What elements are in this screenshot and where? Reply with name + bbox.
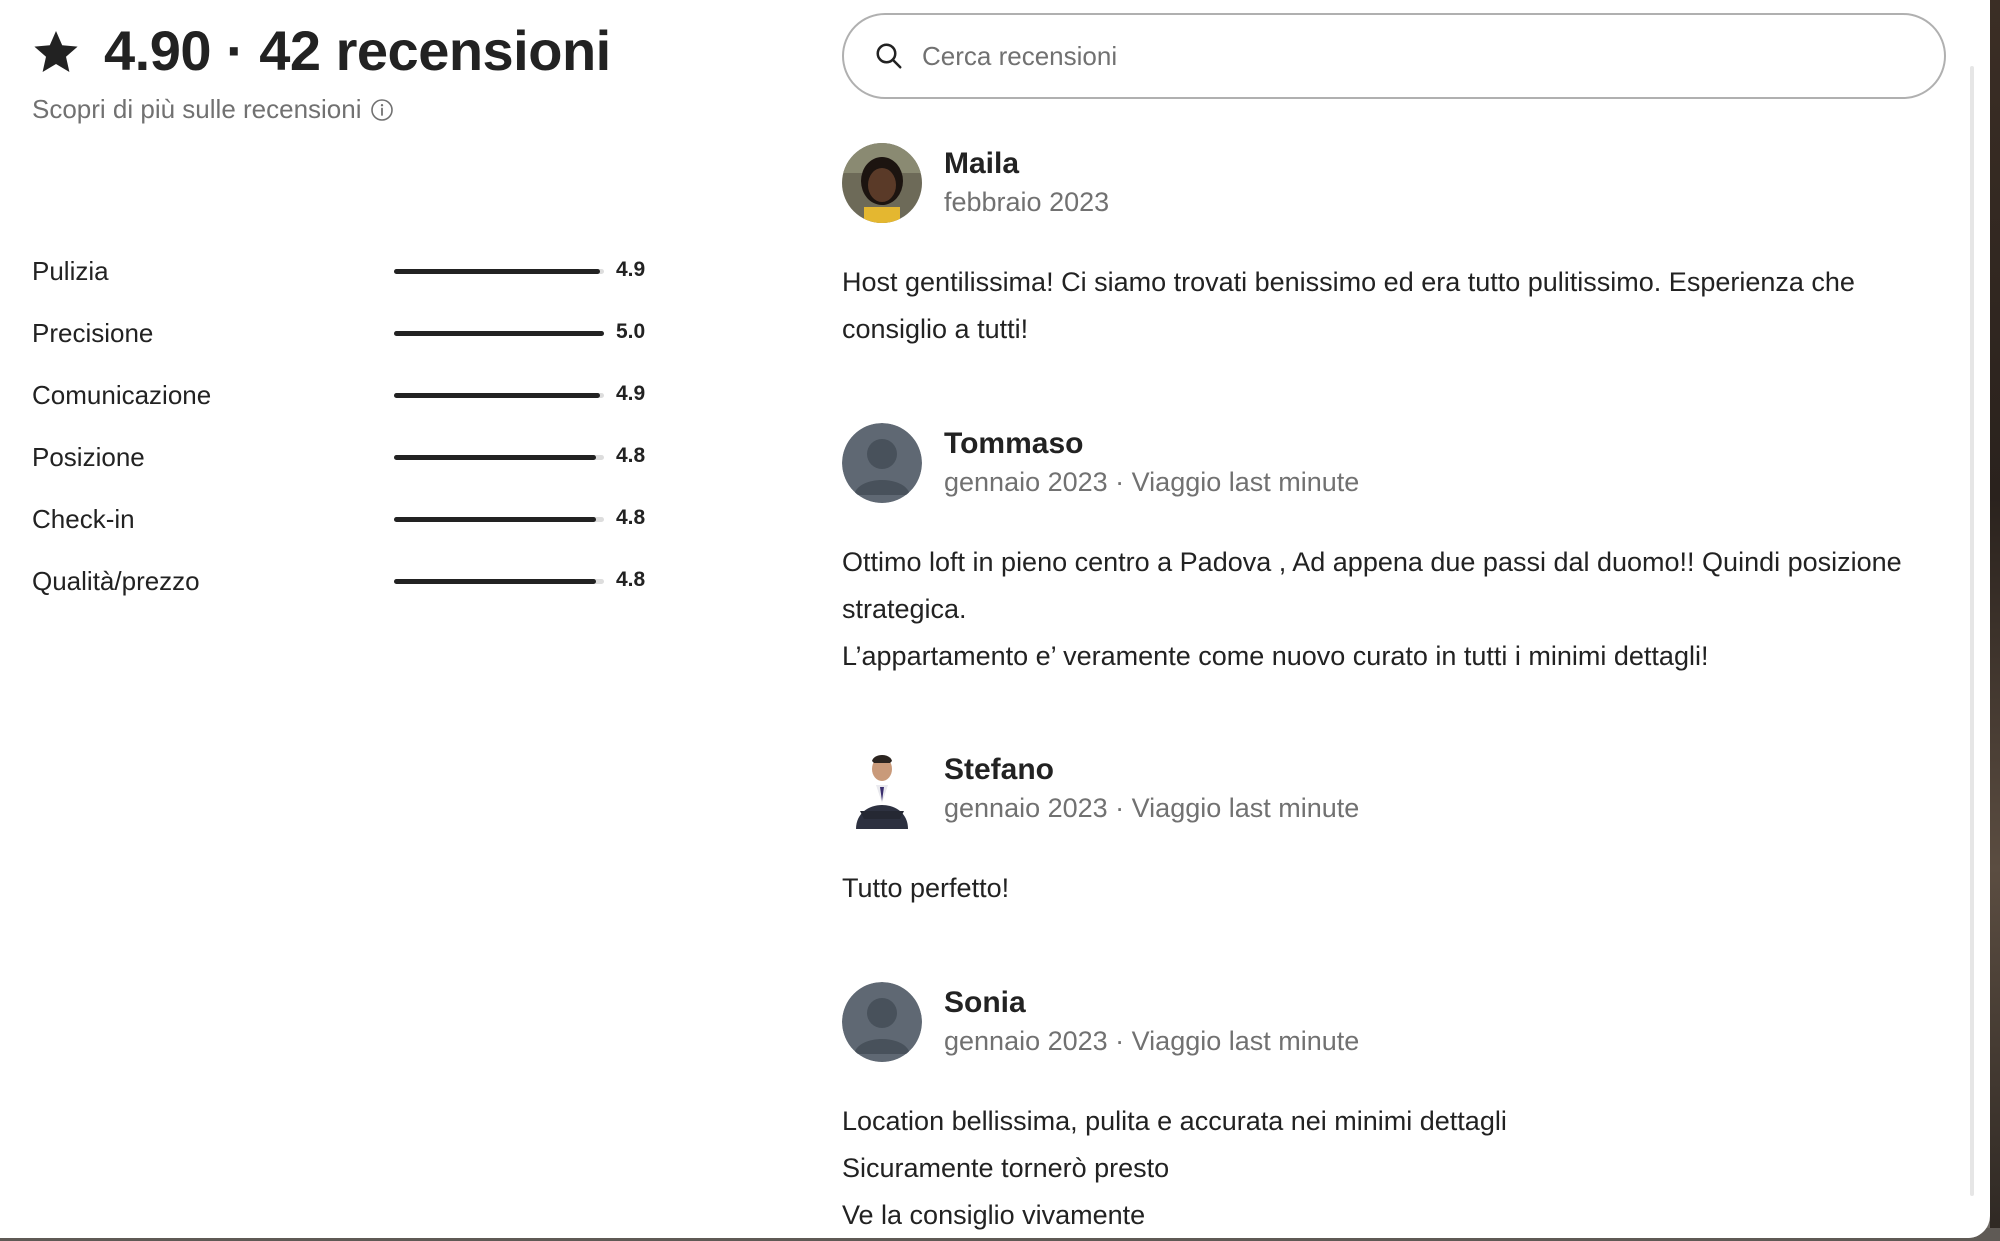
reviewer-name[interactable]: Tommaso [944,425,1359,463]
overall-rating-title: 4.90 · 42 recensioni [104,19,611,82]
rating-value: 4.8 [616,506,646,529]
rating-row: Comunicazione 4.9 [32,364,672,426]
reviewer-info: Sonia gennaio 2023 · Viaggio last minute [944,984,1359,1060]
review-date: gennaio 2023 · Viaggio last minute [944,793,1360,823]
review-date: gennaio 2023 · Viaggio last minute [944,467,1360,497]
rating-headline: 4.90 · 42 recensioni [32,18,652,84]
reviewer-name[interactable]: Stefano [944,751,1359,789]
avatar[interactable] [842,982,922,1062]
review-line: Host gentilissima! Ci siamo trovati beni… [842,267,1855,344]
rating-label: Check-in [32,503,135,534]
review-header: Sonia gennaio 2023 · Viaggio last minute [842,982,1952,1062]
search-input[interactable] [922,40,1882,72]
reviewer-name[interactable]: Sonia [944,984,1359,1022]
scrollbar-thumb[interactable] [1970,66,1974,1196]
review-text: Ottimo loft in pieno centro a Padova , A… [842,539,1952,680]
rating-bar-fill [394,455,596,460]
review-line: Tutto perfetto! [842,873,1010,903]
rating-bar-fill [394,269,600,274]
learn-more-link[interactable]: Scopri di più sulle recensioni [32,94,652,125]
review-line: Location bellissima, pulita e accurata n… [842,1106,1507,1136]
review-header: Tommaso gennaio 2023 · Viaggio last minu… [842,423,1952,503]
avatar[interactable] [842,423,922,503]
review-header: Stefano gennaio 2023 · Viaggio last minu… [842,749,1952,829]
review-item: Sonia gennaio 2023 · Viaggio last minute… [842,982,1952,1238]
rating-bar-fill [394,579,596,584]
rating-label: Comunicazione [32,379,212,410]
search-icon [876,43,902,69]
rating-value: 4.9 [616,258,646,281]
review-item: Stefano gennaio 2023 · Viaggio last minu… [842,749,1952,912]
rating-row: Precisione 5.0 [32,302,672,364]
default-user-icon [842,423,922,503]
avatar-photo [842,143,922,223]
learn-more-label: Scopri di più sulle recensioni [32,94,362,124]
rating-row: Qualità/prezzo 4.8 [32,550,672,612]
reviewer-info: Stefano gennaio 2023 · Viaggio last minu… [944,751,1359,827]
review-line: L’appartamento e’ veramente come nuovo c… [842,641,1709,671]
rating-row: Pulizia 4.9 [32,240,672,302]
review-line: Sicuramente tornerò presto [842,1153,1170,1183]
rating-bar [394,517,604,522]
search-reviews-bar[interactable] [842,13,1946,99]
rating-value: 5.0 [616,320,646,343]
review-text: Location bellissima, pulita e accurata n… [842,1098,1952,1238]
avatar[interactable] [842,749,922,829]
rating-value: 4.9 [616,382,646,405]
rating-label: Qualità/prezzo [32,565,200,596]
review-text: Tutto perfetto! [842,865,1952,912]
default-user-icon [842,982,922,1062]
rating-label: Pulizia [32,255,109,286]
reviewer-info: Tommaso gennaio 2023 · Viaggio last minu… [944,425,1359,501]
review-line: Ottimo loft in pieno centro a Padova , A… [842,547,1902,624]
rating-bar [394,331,604,336]
rating-value: 4.8 [616,568,646,591]
rating-bar [394,393,604,398]
avatar-photo [842,749,922,829]
rating-row: Check-in 4.8 [32,488,672,550]
star-icon [34,31,78,72]
review-date: gennaio 2023 · Viaggio last minute [944,1026,1360,1056]
reviewer-info: Maila febbraio 2023 [944,145,1109,221]
review-item: Maila febbraio 2023 Host gentilissima! C… [842,143,1952,353]
reviewer-name[interactable]: Maila [944,145,1109,183]
rating-bar-fill [394,393,600,398]
ratings-breakdown: Pulizia 4.9 Precisione 5.0 Comunicazione… [32,240,672,612]
rating-bar [394,579,604,584]
review-text: Host gentilissima! Ci siamo trovati beni… [842,259,1952,353]
info-icon[interactable] [370,98,394,122]
reviews-modal: 4.90 · 42 recensioni Scopri di più sulle… [0,0,1990,1238]
rating-label: Posizione [32,441,145,472]
review-date: febbraio 2023 [944,187,1110,217]
rating-bar [394,455,604,460]
backdrop-right [1990,0,2000,1241]
rating-bar-fill [394,331,604,336]
rating-value: 4.8 [616,444,646,467]
review-line: Ve la consiglio vivamente [842,1200,1146,1230]
rating-row: Posizione 4.8 [32,426,672,488]
rating-label: Precisione [32,317,154,348]
reviews-summary: 4.90 · 42 recensioni Scopri di più sulle… [32,18,652,125]
avatar[interactable] [842,143,922,223]
rating-bar-fill [394,517,596,522]
review-header: Maila febbraio 2023 [842,143,1952,223]
rating-bar [394,269,604,274]
review-item: Tommaso gennaio 2023 · Viaggio last minu… [842,423,1952,680]
